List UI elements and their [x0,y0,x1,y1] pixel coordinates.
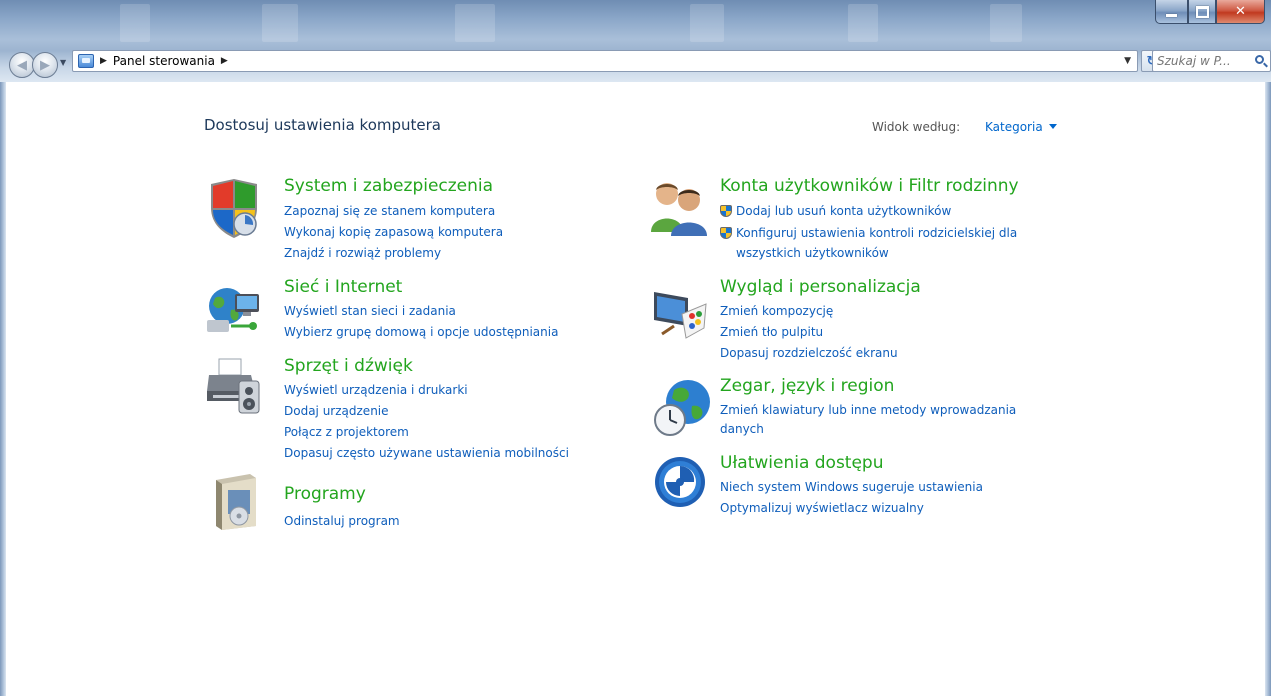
maximize-icon [1195,5,1209,18]
maximize-button[interactable] [1188,0,1216,24]
recent-pages-dropdown[interactable]: ▼ [60,58,66,67]
link-parental-controls-continued[interactable]: wszystkich użytkowników [736,246,889,260]
minimize-button[interactable] [1155,0,1188,24]
close-icon: ✕ [1235,4,1246,19]
breadcrumb-arrow-icon[interactable]: ▶ [221,56,228,66]
category-ease-of-access[interactable]: Ułatwienia dostępu [720,453,884,473]
network-globe-icon[interactable] [205,280,263,338]
link-change-keyboards[interactable]: Zmień klawiatury lub inne metody wprowad… [720,403,1016,417]
category-network-internet[interactable]: Sieć i Internet [284,277,402,297]
search-icon[interactable] [1255,55,1264,64]
link-network-status-tasks[interactable]: Wyświetl stan sieci i zadania [284,304,456,318]
link-suggest-settings[interactable]: Niech system Windows sugeruje ustawienia [720,480,983,494]
category-hardware-sound[interactable]: Sprzęt i dźwięk [284,356,413,376]
link-devices-printers[interactable]: Wyświetl urządzenia i drukarki [284,383,468,397]
view-by-label: Widok według: [872,120,961,134]
search-input[interactable] [1153,54,1243,68]
window-frame-right [1265,82,1271,696]
link-check-computer-status[interactable]: Zapoznaj się ze stanem komputera [284,204,495,218]
link-change-wallpaper[interactable]: Zmień tło pulpitu [720,325,823,339]
back-arrow-icon: ◀ [17,57,27,73]
control-panel-icon [78,54,94,68]
window-controls: ✕ [1155,0,1265,24]
breadcrumb-arrow-icon[interactable]: ▶ [100,56,107,66]
category-user-accounts[interactable]: Konta użytkowników i Filtr rodzinny [720,176,1019,196]
forward-button[interactable]: ▶ [32,52,58,78]
category-programs[interactable]: Programy [284,484,366,504]
security-shield-icon[interactable] [207,178,261,240]
page-title: Dostosuj ustawienia komputera [204,116,441,134]
breadcrumb-control-panel[interactable]: Panel sterowania [113,54,215,68]
link-backup-computer[interactable]: Wykonaj kopię zapasową komputera [284,225,503,239]
titlebar-glass-reflection [262,4,298,42]
minimize-icon [1166,13,1177,17]
link-add-device[interactable]: Dodaj urządzenie [284,404,389,418]
programs-box-icon[interactable] [210,470,260,532]
titlebar-glass-reflection [848,4,878,42]
view-by-value[interactable]: Kategoria [985,120,1043,134]
link-change-theme[interactable]: Zmień kompozycję [720,304,833,318]
window-frame-left [0,82,6,696]
category-clock-language-region[interactable]: Zegar, język i region [720,376,894,396]
titlebar-glass-reflection [690,4,724,42]
search-box[interactable] [1152,50,1271,72]
ease-of-access-icon[interactable] [654,456,706,508]
link-parental-controls[interactable]: Konfiguruj ustawienia kontroli rodziciel… [720,226,1017,240]
titlebar-glass-reflection [990,4,1022,42]
window-titlebar: ✕ ◀ ▶ ▼ ▶ Panel sterowania ▶ ▼ ↻ [0,0,1271,82]
printer-speaker-icon[interactable] [205,355,263,417]
globe-clock-icon[interactable] [652,376,714,438]
link-add-remove-accounts-label[interactable]: Dodaj lub usuń konta użytkowników [736,204,951,218]
monitor-paint-icon[interactable] [652,284,710,342]
users-icon[interactable] [649,176,709,236]
category-appearance[interactable]: Wygląd i personalizacja [720,277,921,297]
link-mobility-settings[interactable]: Dopasuj często używane ustawienia mobiln… [284,446,569,460]
chevron-down-icon [1048,124,1057,129]
category-system-security[interactable]: System i zabezpieczenia [284,176,493,196]
link-uninstall-program[interactable]: Odinstaluj program [284,514,400,528]
link-homegroup-sharing[interactable]: Wybierz grupę domową i opcje udostępnian… [284,325,558,339]
link-change-keyboards-continued[interactable]: danych [720,422,764,436]
forward-arrow-icon: ▶ [40,57,50,73]
link-parental-controls-label[interactable]: Konfiguruj ustawienia kontroli rodziciel… [736,226,1017,240]
address-history-dropdown[interactable]: ▼ [1124,56,1131,66]
close-button[interactable]: ✕ [1216,0,1265,24]
link-connect-projector[interactable]: Połącz z projektorem [284,425,409,439]
uac-shield-icon [720,227,732,239]
chevron-down-icon: ▼ [60,58,67,67]
uac-shield-icon [720,205,732,217]
link-optimize-display[interactable]: Optymalizuj wyświetlacz wizualny [720,501,924,515]
titlebar-glass-reflection [120,4,150,42]
view-by-dropdown[interactable]: Kategoria [985,120,1057,134]
link-screen-resolution[interactable]: Dopasuj rozdzielczość ekranu [720,346,898,360]
titlebar-glass-reflection [455,4,495,42]
link-find-fix-problems[interactable]: Znajdź i rozwiąż problemy [284,246,441,260]
link-add-remove-accounts[interactable]: Dodaj lub usuń konta użytkowników [720,204,951,218]
address-bar[interactable]: ▶ Panel sterowania ▶ ▼ [72,50,1138,72]
